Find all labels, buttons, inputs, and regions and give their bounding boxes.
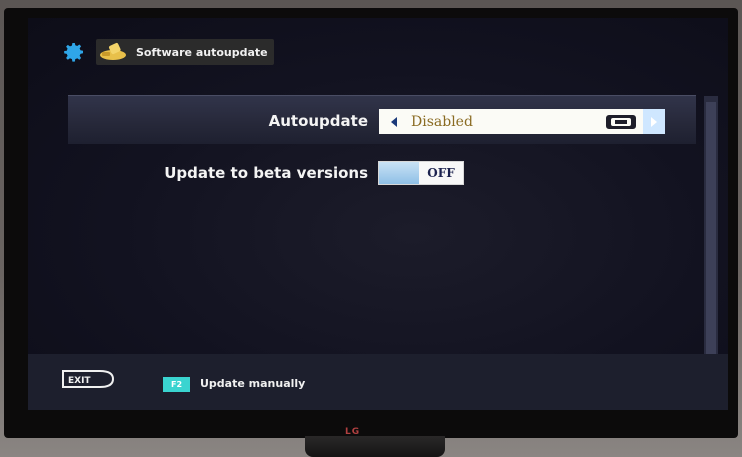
exit-label: EXIT: [68, 376, 91, 386]
toggle-state: OFF: [427, 166, 455, 180]
autoupdate-value: Disabled: [411, 113, 473, 130]
tv-brand-logo: LG: [345, 427, 361, 437]
arrow-left-icon[interactable]: [391, 116, 397, 127]
footer-bar: EXIT F2 Update manually: [28, 354, 728, 410]
autoupdate-select[interactable]: Disabled: [379, 109, 665, 134]
header-title-box: Software autoupdate: [96, 39, 274, 65]
scrollbar[interactable]: [704, 96, 718, 366]
page-title: Software autoupdate: [136, 45, 268, 59]
autoupdate-label: Autoupdate: [268, 112, 368, 130]
exit-button[interactable]: EXIT: [60, 368, 116, 390]
update-manually-label[interactable]: Update manually: [200, 377, 305, 390]
page-header: Software autoupdate: [62, 39, 274, 65]
beta-updates-label: Update to beta versions: [164, 164, 368, 182]
tv-screen: Software autoupdate Autoupdate Disabled …: [28, 18, 728, 410]
arrow-right-icon: [651, 116, 657, 127]
tool-icon: [100, 43, 126, 60]
f2-key-badge[interactable]: F2: [163, 377, 190, 392]
toggle-knob: [379, 162, 419, 184]
arrow-right-button[interactable]: [643, 109, 665, 134]
tv-stand: [305, 436, 445, 457]
gear-icon: [64, 43, 83, 62]
beta-updates-toggle[interactable]: OFF: [378, 161, 464, 185]
remote-control-icon: [606, 114, 636, 129]
scrollbar-thumb[interactable]: [706, 102, 716, 360]
